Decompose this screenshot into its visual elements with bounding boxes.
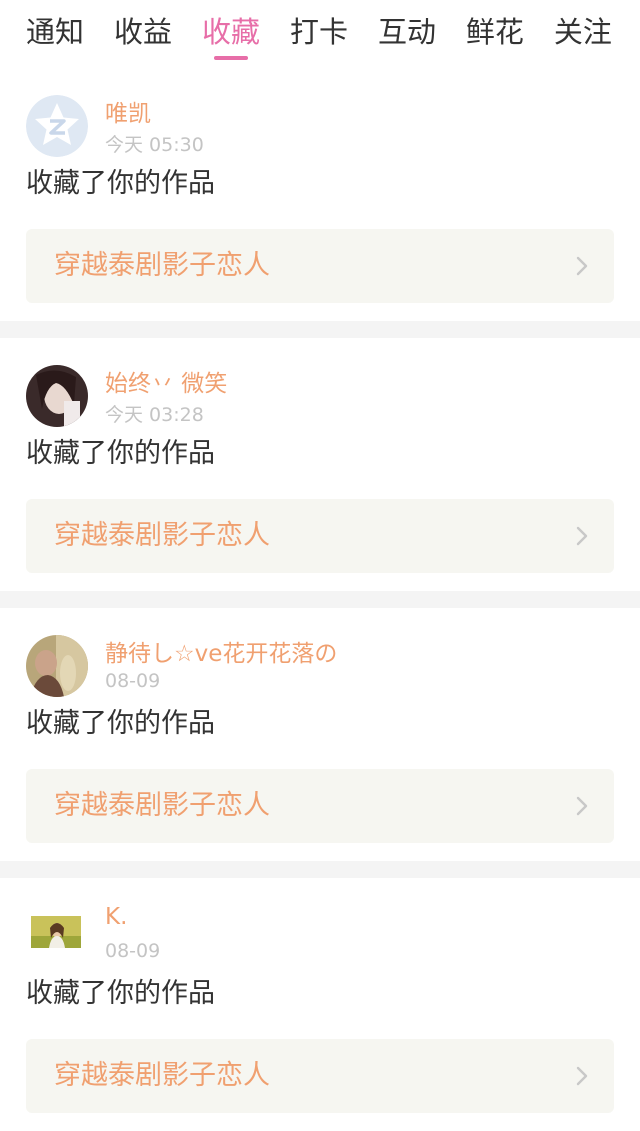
user-row: 始终丷 微笑 今天 03:28	[26, 338, 614, 434]
section-divider	[0, 321, 640, 338]
work-link[interactable]: 穿越泰剧影子恋人	[26, 1039, 614, 1113]
tab-label: 关注	[553, 15, 612, 49]
username[interactable]: 唯凯	[105, 94, 151, 128]
tab-label: 收益	[113, 15, 172, 49]
work-link[interactable]: 穿越泰剧影子恋人	[26, 229, 614, 303]
username[interactable]: K.	[105, 904, 127, 930]
tab-label: 通知	[26, 15, 85, 49]
action-text: 收藏了你的作品	[26, 708, 215, 739]
user-avatar[interactable]	[31, 916, 81, 948]
tab-notifications[interactable]: 通知	[26, 0, 84, 68]
username[interactable]: 始终丷 微笑	[105, 364, 227, 398]
action-text: 收藏了你的作品	[26, 438, 215, 469]
notification-feed: 唯凯 今天 05:30 收藏了你的作品 穿越泰剧影子恋人 始终丷 微笑 今天 0	[0, 68, 640, 1131]
tab-interactions[interactable]: 互动	[378, 0, 436, 68]
default-qzone-avatar-icon[interactable]	[26, 95, 88, 157]
tab-label: 互动	[377, 15, 436, 49]
tab-flowers[interactable]: 鲜花	[466, 0, 524, 68]
section-divider	[0, 861, 640, 878]
tab-bar: 通知 收益 收藏 打卡 互动 鲜花 关注	[0, 0, 640, 68]
user-avatar[interactable]	[26, 365, 88, 427]
chevron-right-icon	[576, 526, 588, 546]
tab-following[interactable]: 关注	[554, 0, 612, 68]
chevron-right-icon	[576, 796, 588, 816]
work-title: 穿越泰剧影子恋人	[54, 250, 270, 281]
tab-label: 打卡	[289, 15, 348, 49]
user-row: K. 08-09	[26, 878, 614, 974]
username[interactable]: 静待し☆ve花开花落の	[105, 634, 337, 668]
tab-label: 收藏	[201, 15, 260, 49]
tab-favorites[interactable]: 收藏	[202, 0, 260, 68]
notification-card: 唯凯 今天 05:30 收藏了你的作品 穿越泰剧影子恋人	[0, 68, 640, 321]
notification-card: 始终丷 微笑 今天 03:28 收藏了你的作品 穿越泰剧影子恋人	[0, 338, 640, 591]
work-title: 穿越泰剧影子恋人	[54, 790, 270, 821]
tab-label: 鲜花	[465, 15, 524, 49]
tab-checkin[interactable]: 打卡	[290, 0, 348, 68]
user-row: 唯凯 今天 05:30	[26, 68, 614, 164]
timestamp: 今天 03:28	[105, 404, 204, 426]
work-link[interactable]: 穿越泰剧影子恋人	[26, 499, 614, 573]
active-tab-underline	[213, 56, 248, 60]
notification-card: K. 08-09 收藏了你的作品 穿越泰剧影子恋人	[0, 878, 640, 1131]
action-text: 收藏了你的作品	[26, 168, 215, 199]
chevron-right-icon	[576, 256, 588, 276]
work-link[interactable]: 穿越泰剧影子恋人	[26, 769, 614, 843]
work-title: 穿越泰剧影子恋人	[54, 1060, 270, 1091]
timestamp: 08-09	[105, 940, 161, 962]
action-text: 收藏了你的作品	[26, 978, 215, 1009]
section-divider	[0, 591, 640, 608]
tab-earnings[interactable]: 收益	[114, 0, 172, 68]
user-row: 静待し☆ve花开花落の 08-09	[26, 608, 614, 704]
work-title: 穿越泰剧影子恋人	[54, 520, 270, 551]
chevron-right-icon	[576, 1066, 588, 1086]
timestamp: 今天 05:30	[105, 134, 204, 156]
user-avatar[interactable]	[26, 635, 88, 697]
timestamp: 08-09	[105, 670, 161, 692]
notification-card: 静待し☆ve花开花落の 08-09 收藏了你的作品 穿越泰剧影子恋人	[0, 608, 640, 861]
